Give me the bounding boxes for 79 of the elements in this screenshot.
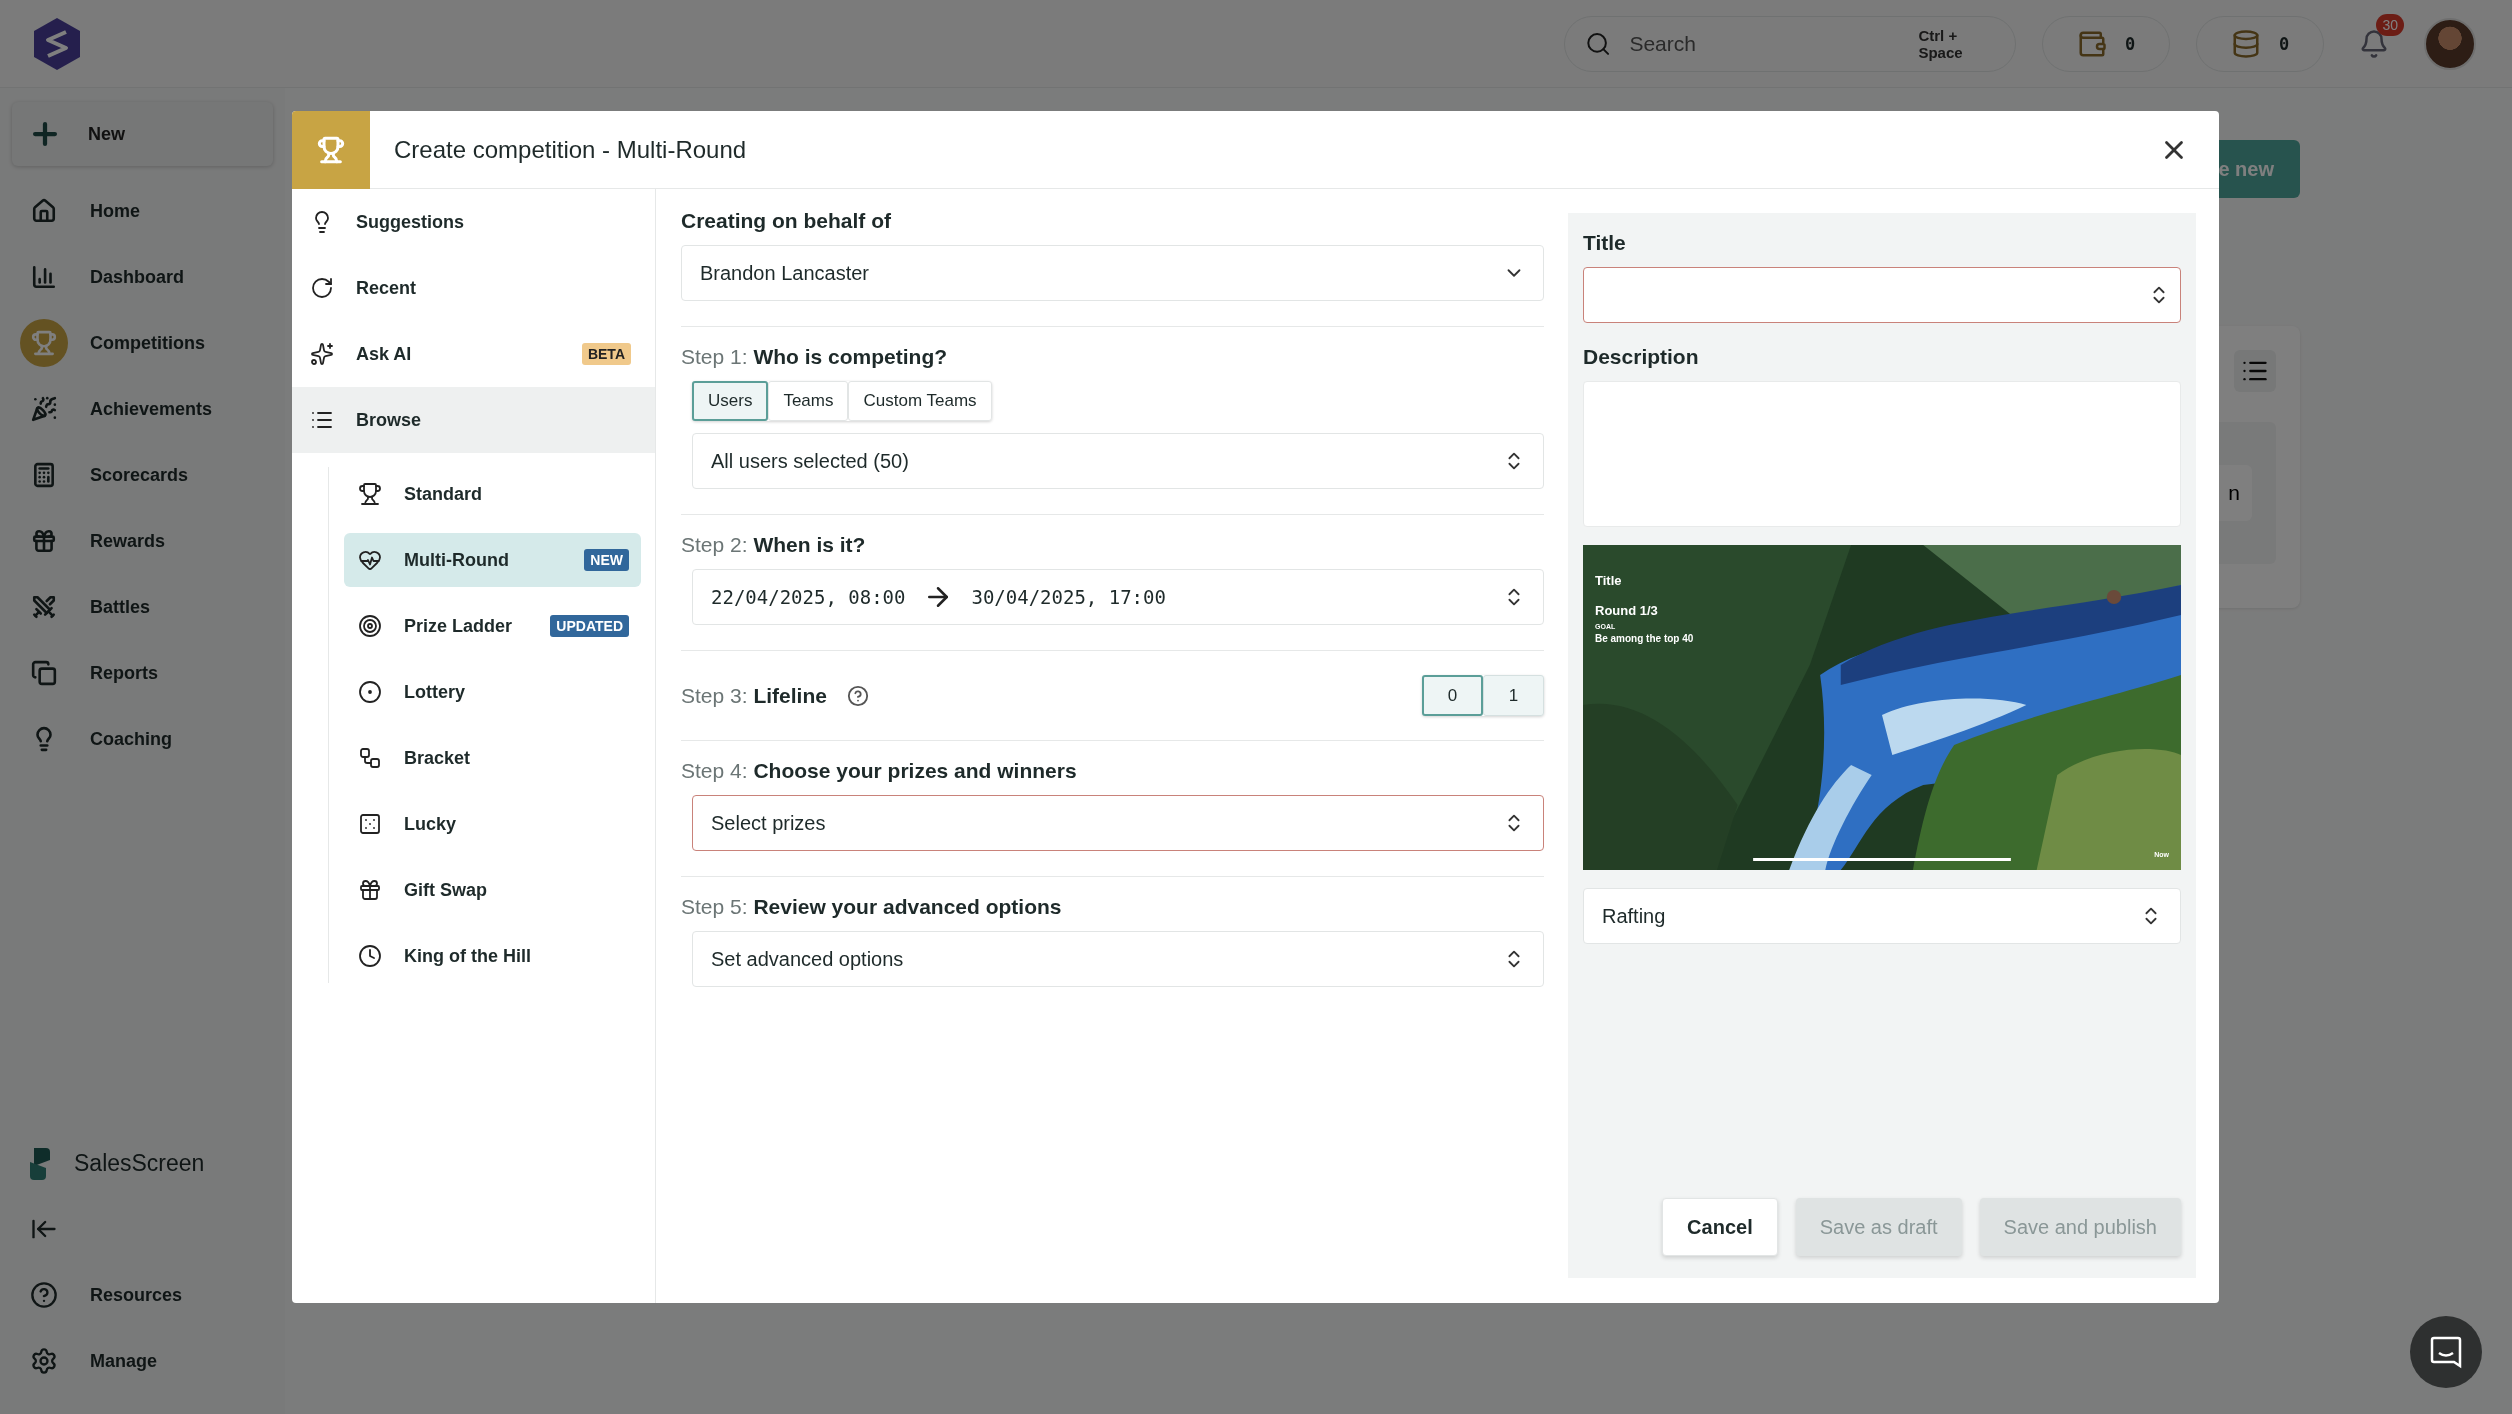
- segment-tab[interactable]: Custom Teams: [848, 381, 992, 421]
- competition-type-item[interactable]: Prize Ladder UPDATED: [344, 599, 641, 653]
- preview-title: Title: [1595, 573, 1622, 588]
- step-heading: Step 5: Review your advanced options: [681, 895, 1063, 919]
- competition-type-item[interactable]: Lottery: [344, 665, 641, 719]
- gift-icon: [358, 878, 382, 902]
- start-date: 22/04/2025, 08:00: [711, 586, 906, 608]
- theme-select[interactable]: Rafting: [1583, 888, 2181, 944]
- ball-icon: [358, 680, 382, 704]
- help-icon: [30, 1281, 58, 1309]
- competition-type-item[interactable]: Multi-Round NEW: [344, 533, 641, 587]
- tag: NEW: [584, 549, 629, 571]
- lifeline-option[interactable]: 0: [1422, 675, 1483, 716]
- lifeline-option[interactable]: 1: [1483, 675, 1544, 716]
- bell-icon[interactable]: [2359, 28, 2389, 59]
- action-button[interactable]: Cancel: [1662, 1198, 1778, 1256]
- clock-icon: [358, 944, 382, 968]
- date-range-field[interactable]: 22/04/2025, 08:00 30/04/2025, 17:00: [692, 569, 1544, 625]
- search-bar[interactable]: Search Ctrl + Space: [1564, 15, 2016, 72]
- competition-type-item[interactable]: Bracket: [344, 731, 641, 785]
- participants-select[interactable]: All users selected (50): [692, 433, 1544, 489]
- segment-tab[interactable]: Users: [692, 381, 769, 421]
- step-heading: Step 3: Lifeline: [681, 683, 827, 708]
- option-select[interactable]: Select prizes: [692, 795, 1544, 851]
- step-heading: Step 2: When is it?: [681, 533, 867, 557]
- competition-type-item[interactable]: Standard: [344, 467, 641, 521]
- sidebar-item[interactable]: Achievements: [0, 376, 285, 442]
- sidebar-item[interactable]: Coaching: [0, 706, 285, 772]
- logo-icon: [34, 17, 80, 70]
- tag: UPDATED: [550, 615, 629, 637]
- new-button[interactable]: New: [12, 102, 273, 166]
- sidebar-item[interactable]: Home: [0, 178, 285, 244]
- competition-type-item[interactable]: King of the Hill: [344, 929, 641, 983]
- nav-item[interactable]: Suggestions: [292, 189, 655, 255]
- nav-item[interactable]: Browse: [292, 387, 655, 453]
- list-view-button[interactable]: [2234, 350, 2276, 392]
- field-label: Description: [1583, 345, 1700, 369]
- option-select[interactable]: Set advanced options: [692, 931, 1544, 987]
- notification-count: 30: [2376, 13, 2404, 36]
- preview-goal: Be among the top 40: [1595, 633, 1694, 644]
- trophy-icon: [358, 482, 382, 506]
- preview-round: Round 1/3: [1595, 603, 1658, 618]
- heart-pulse-icon: [358, 548, 382, 572]
- search-input[interactable]: Search: [1627, 30, 1903, 57]
- help-icon[interactable]: [846, 684, 869, 707]
- brand-name: SalesScreen: [74, 1150, 205, 1177]
- sidebar-item[interactable]: Dashboard: [0, 244, 285, 310]
- avatar[interactable]: [2424, 17, 2476, 70]
- dice-icon: [358, 812, 382, 836]
- sidebar-item[interactable]: Scorecards: [0, 442, 285, 508]
- field-label: Title: [1583, 231, 1627, 255]
- end-date: 30/04/2025, 17:00: [971, 586, 1166, 608]
- competition-type-item[interactable]: Lucky: [344, 797, 641, 851]
- step-heading: Step 1: Who is competing?: [681, 345, 949, 369]
- competition-type-item[interactable]: Gift Swap: [344, 863, 641, 917]
- tag: BETA: [581, 343, 631, 365]
- step-heading: Step 4: Choose your prizes and winners: [681, 759, 1078, 783]
- field-label: Creating on behalf of: [681, 209, 892, 233]
- chat-icon: [2429, 1335, 2463, 1369]
- user-select[interactable]: Brandon Lancaster: [681, 245, 1544, 301]
- sparkles-icon: [310, 342, 334, 366]
- target-icon: [358, 614, 382, 638]
- modal-title: Create competition - Multi-Round: [394, 135, 748, 164]
- settings-icon: [30, 1347, 58, 1375]
- brand-logo-icon: [30, 1147, 50, 1180]
- segment-tab[interactable]: Teams: [768, 381, 849, 421]
- sidebar-item[interactable]: Resources: [0, 1262, 285, 1328]
- sidebar-item[interactable]: Rewards: [0, 508, 285, 574]
- nav-item[interactable]: Ask AI BETA: [292, 321, 655, 387]
- sidebar-item[interactable]: Battles: [0, 574, 285, 640]
- title-field[interactable]: [1583, 267, 2181, 323]
- bracket-icon: [358, 746, 382, 770]
- refresh-icon: [310, 276, 334, 300]
- sidebar-item[interactable]: Competitions: [0, 310, 285, 376]
- nav-item[interactable]: Recent: [292, 255, 655, 321]
- sidebar-item[interactable]: Manage: [0, 1328, 285, 1394]
- trophy-icon: [20, 319, 68, 367]
- shortcut-hint: Ctrl + Space: [1918, 26, 1964, 61]
- sidebar-item[interactable]: Reports: [0, 640, 285, 706]
